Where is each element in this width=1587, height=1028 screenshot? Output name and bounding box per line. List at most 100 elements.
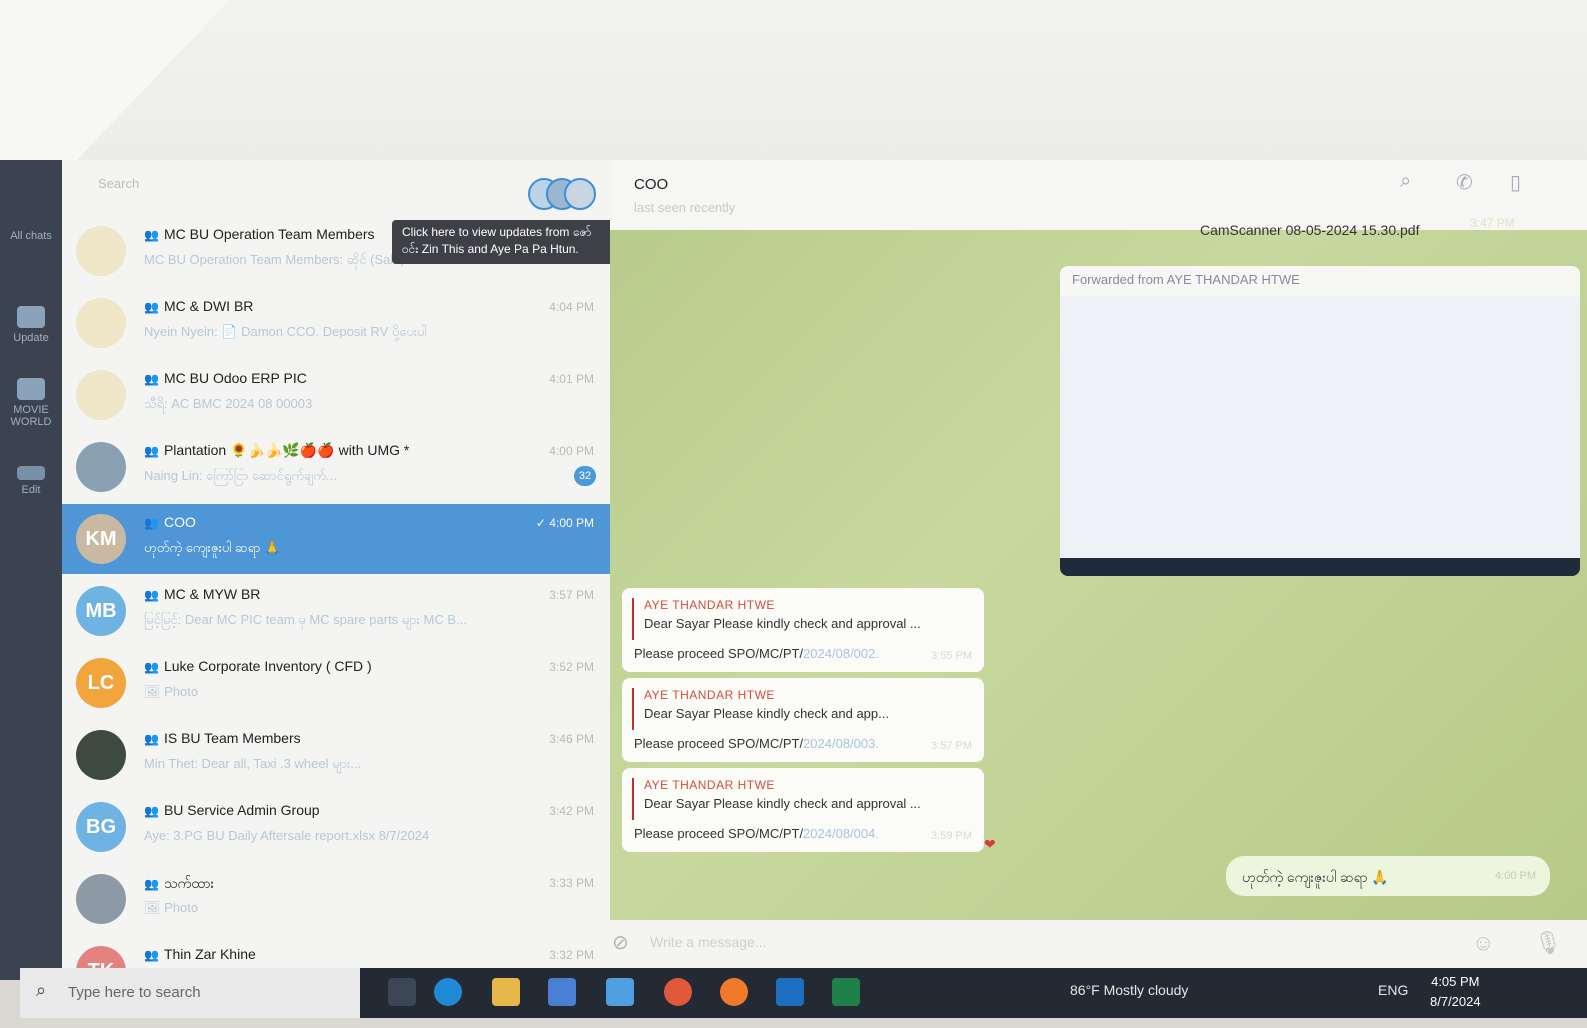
group-icon: 👥: [144, 660, 159, 674]
outlook-icon[interactable]: [776, 978, 804, 1006]
taskbar-search[interactable]: ⌕ Type here to search: [20, 968, 360, 1018]
quoted-sender: AYE THANDAR HTWE: [644, 598, 775, 612]
mail-icon[interactable]: [606, 978, 634, 1006]
chat-preview: 🖼 Photo: [144, 684, 199, 699]
story-avatar[interactable]: [564, 178, 596, 210]
sidebar-toggle-icon[interactable]: ▯: [1510, 170, 1521, 195]
group-icon: 👥: [144, 228, 159, 242]
chat-list-item[interactable]: LC 👥 Luke Corporate Inventory ( CFD ) 3:52 …: [62, 648, 610, 718]
weather-widget[interactable]: 86°F Mostly cloudy: [1070, 982, 1188, 998]
store-icon[interactable]: [548, 978, 576, 1006]
reply-message[interactable]: AYE THANDAR HTWE Dear Sayar Please kindly…: [622, 768, 984, 852]
avatar: [76, 226, 126, 276]
language-indicator[interactable]: ENG: [1378, 982, 1408, 998]
quoted-reply[interactable]: AYE THANDAR HTWE Dear Sayar Please kindly…: [632, 598, 974, 640]
chat-time: 4:04 PM: [549, 300, 594, 314]
chat-time: 4:00 PM: [549, 444, 594, 458]
message-link[interactable]: 2024/08/002.: [803, 646, 879, 661]
quoted-text: Dear Sayar Please kindly check and appro…: [644, 616, 921, 631]
group-icon: 👥: [144, 588, 159, 602]
message-body: Please proceed SPO/MC/PT/: [634, 736, 804, 751]
pdf-file-name[interactable]: CamScanner 08-05-2024 15.30.pdf: [1200, 222, 1419, 238]
avatar: LC: [76, 658, 126, 708]
chat-name: 👥 COO: [144, 514, 196, 530]
microphone-icon[interactable]: 🎙: [1534, 930, 1562, 956]
screenshot-image[interactable]: [1060, 296, 1580, 576]
outgoing-message[interactable]: ဟုတ်ကဲ့ ကျေးဇူးပါ ဆရာ 🙏 4:00 PM: [1226, 856, 1550, 896]
phone-icon[interactable]: ✆: [1456, 170, 1473, 195]
rail-movie-world[interactable]: MOVIE WORLD: [0, 378, 62, 428]
avatar: KM: [76, 514, 126, 564]
chat-name: 👥 IS BU Team Members: [144, 730, 301, 746]
quoted-text: Dear Sayar Please kindly check and app..…: [644, 706, 889, 721]
chat-title[interactable]: COO: [634, 176, 668, 193]
chat-time: 3:42 PM: [549, 804, 594, 818]
rail-label: All chats: [10, 230, 52, 242]
outgoing-text: ဟုတ်ကဲ့ ကျေးဇူးပါ ဆရာ 🙏: [1242, 869, 1389, 885]
chat-list-item[interactable]: MB 👥 MC & MYW BR 3:57 PM မြင့်မြင့်: Dear MC…: [62, 576, 610, 646]
message-link[interactable]: 2024/08/003.: [803, 736, 879, 751]
chat-time: 4:01 PM: [549, 372, 594, 386]
chat-name-text: BU Service Admin Group: [163, 802, 320, 818]
firefox-icon[interactable]: [720, 978, 748, 1006]
chat-name-text: MC BU Operation Team Members: [163, 226, 375, 242]
rail-update[interactable]: Update: [0, 306, 62, 344]
quoted-reply[interactable]: AYE THANDAR HTWE Dear Sayar Please kindly…: [632, 688, 974, 730]
system-clock[interactable]: 4:05 PM 8/7/2024: [1430, 972, 1481, 1012]
chrome-icon[interactable]: [664, 978, 692, 1006]
search-input[interactable]: Search: [98, 176, 478, 196]
chat-name-text: MC & DWI BR: [163, 298, 254, 314]
chat-list-item[interactable]: TK 👥 Thin Zar Khine 3:32 PM: [62, 936, 610, 970]
avatar: TK: [76, 946, 126, 970]
clock-time: 4:05 PM: [1431, 974, 1480, 989]
message-text: Please proceed SPO/MC/PT/2024/08/003.: [634, 736, 879, 751]
reply-message[interactable]: AYE THANDAR HTWE Dear Sayar Please kindly…: [622, 678, 984, 762]
avatar: MB: [76, 586, 126, 636]
chat-time: ✓ 4:00 PM: [535, 516, 594, 530]
chat-list-item[interactable]: 👥 MC BU Odoo ERP PIC 4:01 PM သီရိ: AC BMC 2…: [62, 360, 610, 430]
message-body: Please proceed SPO/MC/PT/: [634, 826, 804, 841]
rail-all-chats[interactable]: All chats: [0, 230, 644, 486]
excel-icon[interactable]: [832, 978, 860, 1006]
group-icon: 👥: [144, 444, 159, 458]
message-link[interactable]: 2024/08/004.: [803, 826, 879, 841]
clock-date: 8/7/2024: [1430, 994, 1481, 1009]
search-icon[interactable]: ⌕: [1400, 170, 1411, 193]
chat-list-item[interactable]: 👥 သက်ထား 3:33 PM 🖼 Photo: [62, 864, 610, 934]
message-time: 3:55 PM: [931, 650, 972, 662]
rail-label: Update: [13, 332, 49, 344]
stories-strip[interactable]: [528, 178, 598, 210]
forwarded-screenshot-message[interactable]: Forwarded from AYE THANDAR HTWE: [1060, 266, 1580, 576]
quoted-reply[interactable]: AYE THANDAR HTWE Dear Sayar Please kindly…: [632, 778, 974, 820]
chat-name-text: MC & MYW BR: [163, 586, 261, 602]
chat-list-item[interactable]: BG 👥 BU Service Admin Group 3:42 PM Aye: 3.P…: [62, 792, 610, 862]
group-icon: 👥: [144, 804, 159, 818]
rail-edit[interactable]: Edit: [0, 466, 62, 496]
heart-reaction-icon[interactable]: ❤: [984, 836, 996, 853]
chat-list-item[interactable]: 👥 Plantation 🌻🍌🍌🌿🍎🍎 with UMG * 4:00 PM Nain…: [62, 432, 610, 502]
reply-message[interactable]: AYE THANDAR HTWE Dear Sayar Please kindly…: [622, 588, 984, 672]
screenshot-taskbar: [1060, 558, 1580, 576]
chat-name: 👥 MC & MYW BR: [144, 586, 260, 602]
chat-list-item[interactable]: KM 👥 COO ✓ 4:00 PM ဟုတ်ကဲ့ ကျေးဇူးပါ ဆရာ 🙏: [62, 504, 610, 574]
message-input[interactable]: Write a message...: [650, 934, 766, 950]
group-icon: 👥: [144, 516, 159, 530]
message-composer: ⊘ Write a message... ☺ 🎙: [596, 920, 1587, 968]
avatar: BG: [76, 802, 126, 852]
chat-list-item[interactable]: 👥 IS BU Team Members 3:46 PM Min Thet: Dear…: [62, 720, 610, 790]
chat-name-text: Plantation 🌻🍌🍌🌿🍎🍎 with UMG *: [163, 442, 410, 458]
message-body: Please proceed SPO/MC/PT/: [634, 646, 804, 661]
chat-name: 👥 Plantation 🌻🍌🍌🌿🍎🍎 with UMG *: [144, 442, 409, 459]
pdf-time: 3:47 PM: [1470, 216, 1515, 230]
chat-list-item[interactable]: 👥 MC & DWI BR 4:04 PM Nyein Nyein: 📄 Damon …: [62, 288, 610, 358]
quoted-text: Dear Sayar Please kindly check and appro…: [644, 796, 921, 811]
folder-icon: [17, 306, 45, 328]
file-explorer-icon[interactable]: [492, 978, 520, 1006]
chat-name-text: IS BU Team Members: [163, 730, 301, 746]
chat-preview: Nyein Nyein: 📄 Damon CCO. Deposit RV ပို…: [144, 324, 427, 339]
emoji-icon[interactable]: ☺: [1472, 930, 1494, 956]
task-view-icon[interactable]: [388, 978, 416, 1006]
edge-icon[interactable]: [434, 978, 462, 1006]
attach-icon[interactable]: ⊘: [612, 930, 629, 955]
group-icon: 👥: [144, 300, 159, 314]
